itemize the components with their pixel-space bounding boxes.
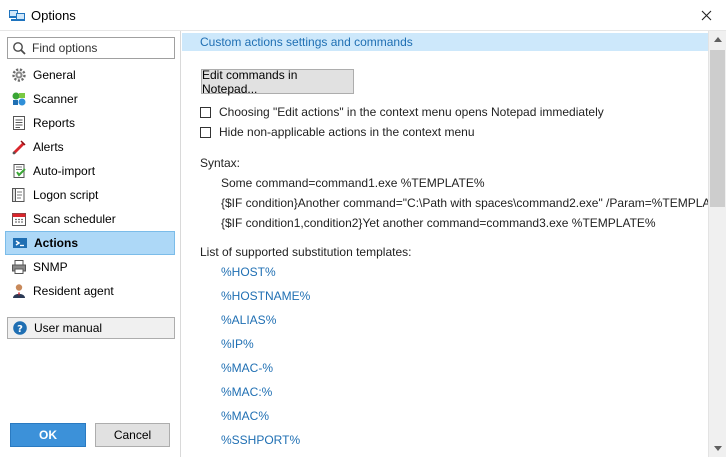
sidebar-item-label: Resident agent <box>33 284 114 298</box>
checkbox[interactable] <box>200 126 211 138</box>
vertical-scrollbar[interactable] <box>708 31 726 457</box>
title-bar: Options <box>0 0 726 31</box>
sidebar-nav: General Scanner Reports Alerts Auto-impo… <box>5 63 175 303</box>
template-item: %ALIAS% <box>221 313 277 327</box>
sidebar-item-actions[interactable]: Actions <box>5 231 175 255</box>
search-box[interactable] <box>7 37 175 59</box>
sidebar-item-label: Actions <box>34 236 79 250</box>
close-button[interactable] <box>686 0 726 31</box>
sidebar-item-general[interactable]: General <box>5 63 175 87</box>
sidebar-item-auto-import[interactable]: Auto-import <box>5 159 175 183</box>
sidebar-item-label: General <box>33 68 76 82</box>
logon-script-icon <box>12 188 25 202</box>
sidebar-item-alerts[interactable]: Alerts <box>5 135 175 159</box>
ok-button[interactable]: OK <box>10 423 86 447</box>
checkbox-row-hide-actions[interactable]: Hide non-applicable actions in the conte… <box>200 125 475 139</box>
checkbox[interactable] <box>200 106 211 118</box>
checkbox-label: Choosing "Edit actions" in the context m… <box>219 105 604 119</box>
sidebar-item-label: Reports <box>33 116 76 130</box>
checkbox-label: Hide non-applicable actions in the conte… <box>219 125 475 139</box>
chevron-up-icon <box>713 37 722 42</box>
agent-icon <box>13 284 25 298</box>
template-item: %HOSTNAME% <box>221 289 311 303</box>
syntax-label: Syntax: <box>200 156 241 170</box>
sidebar-item-reports[interactable]: Reports <box>5 111 175 135</box>
scrollbar-thumb[interactable] <box>710 50 725 207</box>
cancel-button[interactable]: Cancel <box>95 423 170 447</box>
help-icon: ? <box>13 321 27 335</box>
edit-commands-button[interactable]: Edit commands in Notepad... <box>201 68 354 96</box>
window-title: Options <box>31 8 76 23</box>
actions-icon <box>13 238 27 248</box>
scroll-down-button[interactable] <box>709 440 726 457</box>
syntax-line: {$IF condition1,condition2}Yet another c… <box>221 216 656 230</box>
user-manual-button[interactable]: ? User manual <box>7 317 175 339</box>
gear-icon <box>12 68 26 82</box>
sidebar-item-label: SNMP <box>33 260 68 274</box>
svg-text:?: ? <box>17 324 23 335</box>
sidebar-item-scan-scheduler[interactable]: Scan scheduler <box>5 207 175 231</box>
alerts-icon <box>12 140 26 155</box>
close-icon <box>701 10 711 21</box>
sidebar-item-label: Scan scheduler <box>33 212 116 226</box>
chevron-down-icon <box>713 446 722 451</box>
template-item: %HOST% <box>221 265 276 279</box>
template-item: %MAC-% <box>221 361 274 375</box>
sidebar-item-logon-script[interactable]: Logon script <box>5 183 175 207</box>
scroll-up-button[interactable] <box>709 31 726 48</box>
printer-icon <box>12 260 26 274</box>
syntax-line: Some command=command1.exe %TEMPLATE% <box>221 176 485 190</box>
sidebar-item-label: Auto-import <box>33 164 96 178</box>
sidebar-item-snmp[interactable]: SNMP <box>5 255 175 279</box>
template-item: %MAC:% <box>221 385 273 399</box>
app-icon <box>9 10 25 21</box>
template-item: %SSHPORT% <box>221 433 301 447</box>
template-item: %IP% <box>221 337 254 351</box>
search-icon <box>13 42 26 55</box>
sidebar: General Scanner Reports Alert <box>0 31 181 457</box>
template-item: %MAC% <box>221 409 270 423</box>
calendar-icon <box>12 213 26 226</box>
scanner-icon <box>12 92 26 106</box>
auto-import-icon <box>13 164 26 178</box>
syntax-line: {$IF condition}Another command="C:\Path … <box>221 196 708 210</box>
search-input[interactable] <box>32 40 172 56</box>
sidebar-item-label: Scanner <box>33 92 78 106</box>
sidebar-item-resident-agent[interactable]: Resident agent <box>5 279 175 303</box>
reports-icon <box>13 116 25 130</box>
user-manual-label: User manual <box>34 321 103 335</box>
sidebar-item-label: Alerts <box>33 140 64 154</box>
section-header: Custom actions settings and commands <box>182 33 708 51</box>
sidebar-item-label: Logon script <box>33 188 99 202</box>
sidebar-item-scanner[interactable]: Scanner <box>5 87 175 111</box>
main-panel: Custom actions settings and commands Edi… <box>182 31 708 457</box>
templates-label: List of supported substitution templates… <box>200 245 412 259</box>
checkbox-row-edit-actions[interactable]: Choosing "Edit actions" in the context m… <box>200 105 604 119</box>
